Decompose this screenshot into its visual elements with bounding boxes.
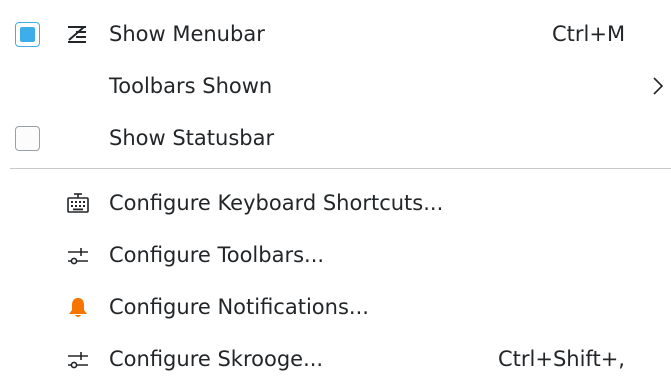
menu-item-label: Toolbars Shown [109,74,273,98]
keyboard-icon [66,192,90,216]
menu-item-toolbars-shown[interactable]: Toolbars Shown [0,60,671,112]
toolbar-config-icon [66,244,90,268]
menu-item-shortcut: Ctrl+Shift+, [498,347,625,371]
menu-item-configure-shortcuts[interactable]: Configure Keyboard Shortcuts... [0,177,671,229]
menu-item-label: Show Statusbar [109,126,275,150]
bell-icon [66,296,90,320]
show-menubar-checkbox[interactable] [15,22,40,47]
menu-item-label: Configure Toolbars... [109,243,325,267]
menu-item-label: Configure Notifications... [109,295,369,319]
show-menubar-icon [66,23,90,47]
menu-item-show-menubar[interactable]: Show Menubar Ctrl+M [0,8,671,60]
menu-separator-wrap [0,164,671,177]
menu-item-configure-toolbars[interactable]: Configure Toolbars... [0,229,671,281]
show-statusbar-checkbox[interactable] [15,126,40,151]
menu-item-label: Show Menubar [109,22,265,46]
menu-item-shortcut: Ctrl+M [552,22,626,46]
menu-separator [10,168,671,169]
menu-item-configure-skrooge[interactable]: Configure Skrooge... Ctrl+Shift+, [0,333,671,385]
menu-item-show-statusbar[interactable]: Show Statusbar [0,112,671,164]
settings-menu: Show Menubar Ctrl+M Toolbars Shown Show … [0,8,671,385]
menu-item-configure-notifications[interactable]: Configure Notifications... [0,281,671,333]
menu-item-label: Configure Skrooge... [109,347,324,371]
menu-item-label: Configure Keyboard Shortcuts... [109,191,444,215]
settings-sliders-icon [66,348,90,372]
chevron-right-icon [652,76,664,96]
